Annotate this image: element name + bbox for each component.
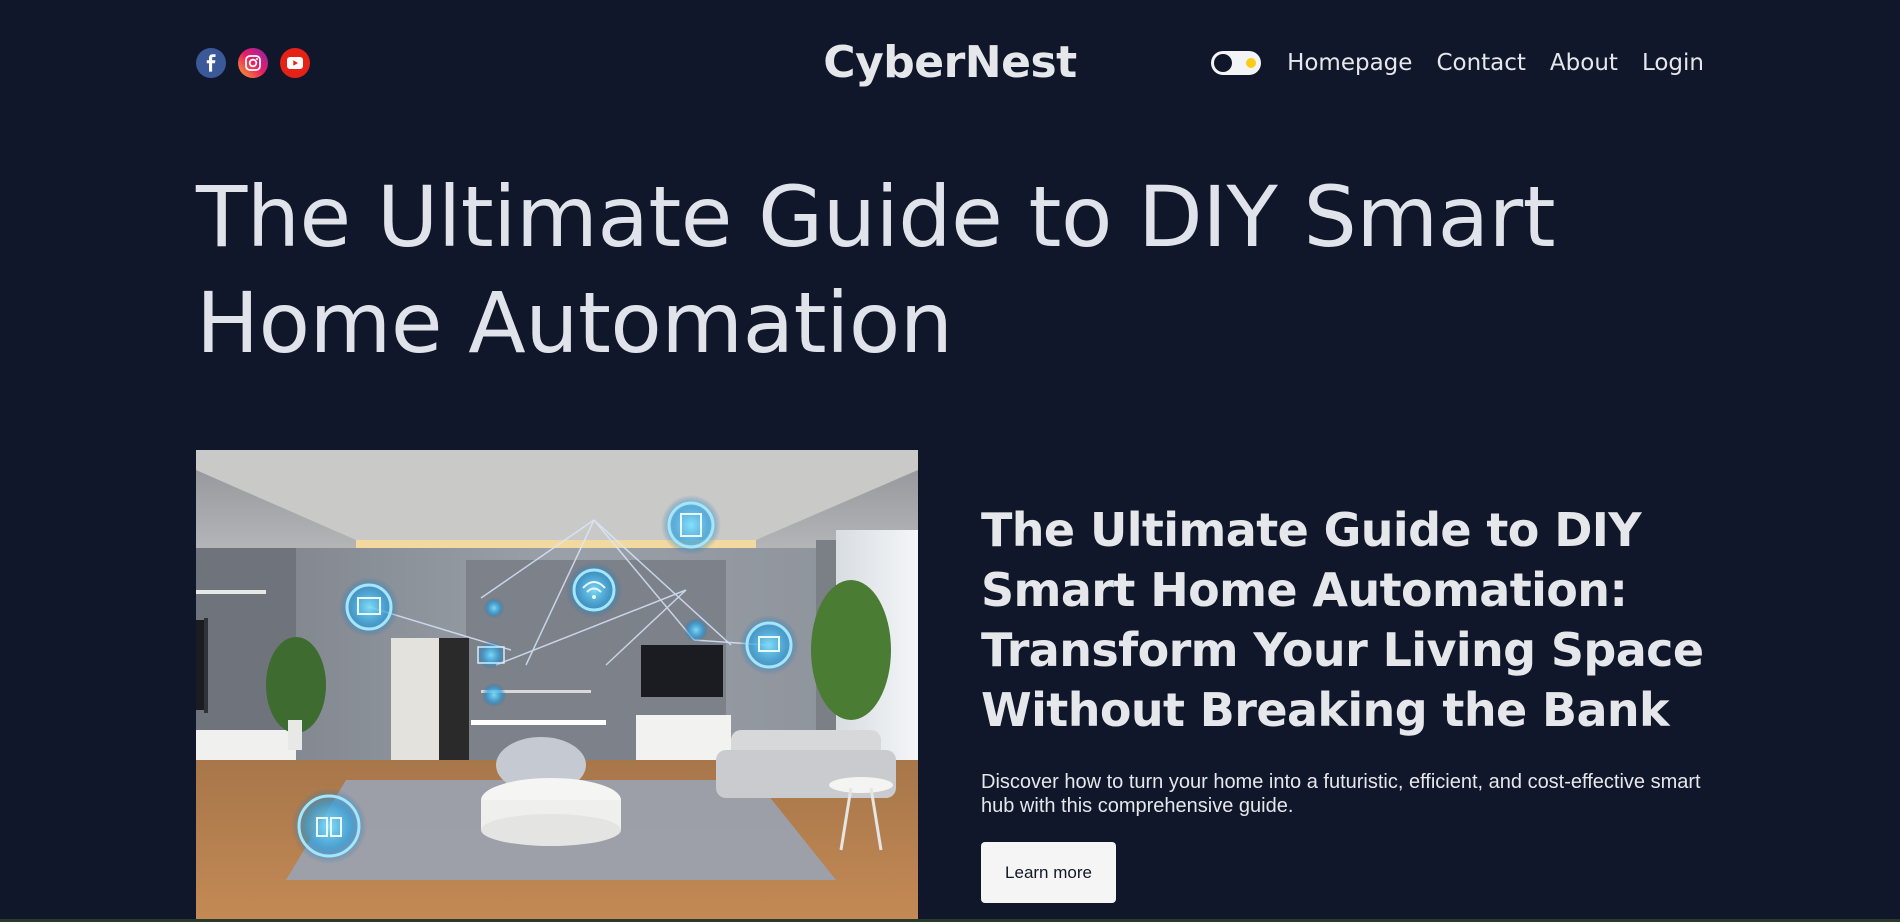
hero-title: The Ultimate Guide to DIY Smart Home Aut… xyxy=(196,168,1556,372)
instagram-icon[interactable] xyxy=(238,48,268,78)
feature-article: The Ultimate Guide to DIY Smart Home Aut… xyxy=(981,500,1721,903)
nav-homepage[interactable]: Homepage xyxy=(1287,50,1412,76)
nav-contact[interactable]: Contact xyxy=(1436,50,1525,76)
nav-login[interactable]: Login xyxy=(1642,50,1704,76)
youtube-icon[interactable] xyxy=(280,48,310,78)
social-links xyxy=(196,48,310,78)
facebook-icon[interactable] xyxy=(196,48,226,78)
main-nav: Homepage Contact About Login xyxy=(1211,34,1704,92)
learn-more-button[interactable]: Learn more xyxy=(981,842,1116,903)
smart-living-room-illustration xyxy=(196,450,918,922)
article-description: Discover how to turn your home into a fu… xyxy=(981,771,1701,817)
article-title: The Ultimate Guide to DIY Smart Home Aut… xyxy=(981,503,1704,737)
toggle-knob xyxy=(1214,54,1233,72)
page: CyberNest Homepage Contact About Login T… xyxy=(0,0,1900,922)
brand-logo[interactable]: CyberNest xyxy=(823,34,1077,92)
site-header: CyberNest Homepage Contact About Login xyxy=(196,34,1704,92)
theme-toggle[interactable] xyxy=(1211,51,1262,75)
sun-icon xyxy=(1246,58,1257,68)
nav-about[interactable]: About xyxy=(1550,50,1618,76)
feature-image xyxy=(196,450,918,922)
